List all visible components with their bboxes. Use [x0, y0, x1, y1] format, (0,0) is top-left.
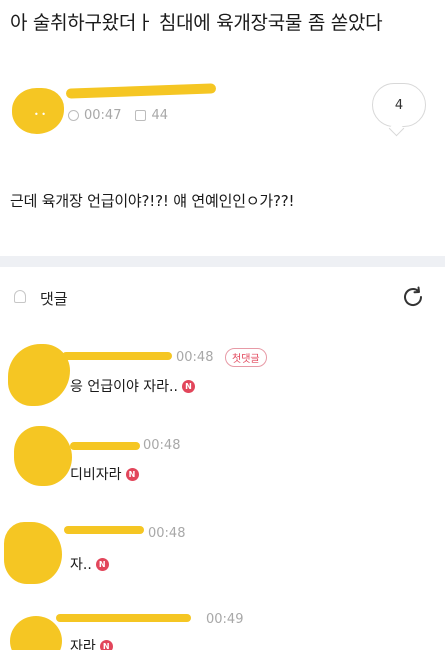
- author-avatar[interactable]: • •: [12, 88, 64, 134]
- post-views: 44: [151, 108, 169, 123]
- views-icon: [135, 110, 147, 121]
- comment-count: 4: [394, 97, 404, 113]
- post-meta: 00:47 44: [68, 108, 168, 123]
- new-badge: N: [181, 379, 195, 393]
- comment-text-row: 자.. N: [70, 554, 109, 574]
- comment-text-row: 디비자라 N: [70, 464, 139, 484]
- new-badge: N: [99, 639, 113, 650]
- new-badge: N: [125, 467, 139, 481]
- post-title: 아 술취하구왔더ㅏ 침대에 육개장국물 좀 쏟았다: [10, 12, 383, 34]
- commenter-name-redacted: [70, 442, 140, 450]
- comment-time: 00:48: [143, 438, 181, 453]
- comments-label: 댓글: [40, 290, 68, 308]
- first-comment-badge: 첫댓글: [225, 348, 267, 367]
- commenter-name-redacted: [62, 352, 172, 360]
- comment-time: 00:48: [148, 526, 186, 541]
- comment-item: 00:48 디비자라 N: [0, 420, 445, 500]
- commenter-name-redacted: [56, 614, 191, 622]
- clock-icon: [68, 110, 79, 121]
- comment-text: 응 언급이야 자라..: [70, 379, 178, 395]
- comments-header: 댓글: [0, 282, 445, 314]
- comment-time: 00:48: [176, 350, 214, 365]
- comment-item: 00:48 자.. N: [0, 512, 445, 592]
- refresh-icon[interactable]: [400, 284, 426, 310]
- new-badge: N: [95, 557, 109, 571]
- comment-text: 디비자라: [70, 467, 122, 483]
- commenter-avatar[interactable]: [14, 426, 72, 486]
- comment-count-button[interactable]: 4: [372, 83, 426, 127]
- commenter-name-redacted: [64, 526, 144, 534]
- post-author-row: • • 00:47 44 4: [0, 80, 445, 140]
- comment-time: 00:49: [206, 612, 244, 627]
- comment-text: 자라: [70, 639, 96, 650]
- post-body: 근데 육개장 언급이야?!?! 얘 연예인인ㅇ가??!: [10, 192, 295, 210]
- commenter-avatar[interactable]: [10, 616, 62, 650]
- comment-item: 00:48 첫댓글 응 언급이야 자라.. N: [0, 336, 445, 416]
- author-name-redacted: [65, 83, 217, 99]
- commenter-avatar[interactable]: [4, 522, 62, 584]
- commenter-avatar[interactable]: [8, 344, 70, 406]
- section-divider: [0, 256, 445, 267]
- comment-item: 00:49 자라 N: [0, 604, 445, 650]
- comment-text: 자..: [70, 557, 92, 573]
- comment-text-row: 응 언급이야 자라.. N: [70, 376, 195, 396]
- post-time: 00:47: [84, 108, 122, 123]
- comment-text-row: 자라 N: [70, 636, 113, 650]
- bell-icon: [14, 290, 26, 303]
